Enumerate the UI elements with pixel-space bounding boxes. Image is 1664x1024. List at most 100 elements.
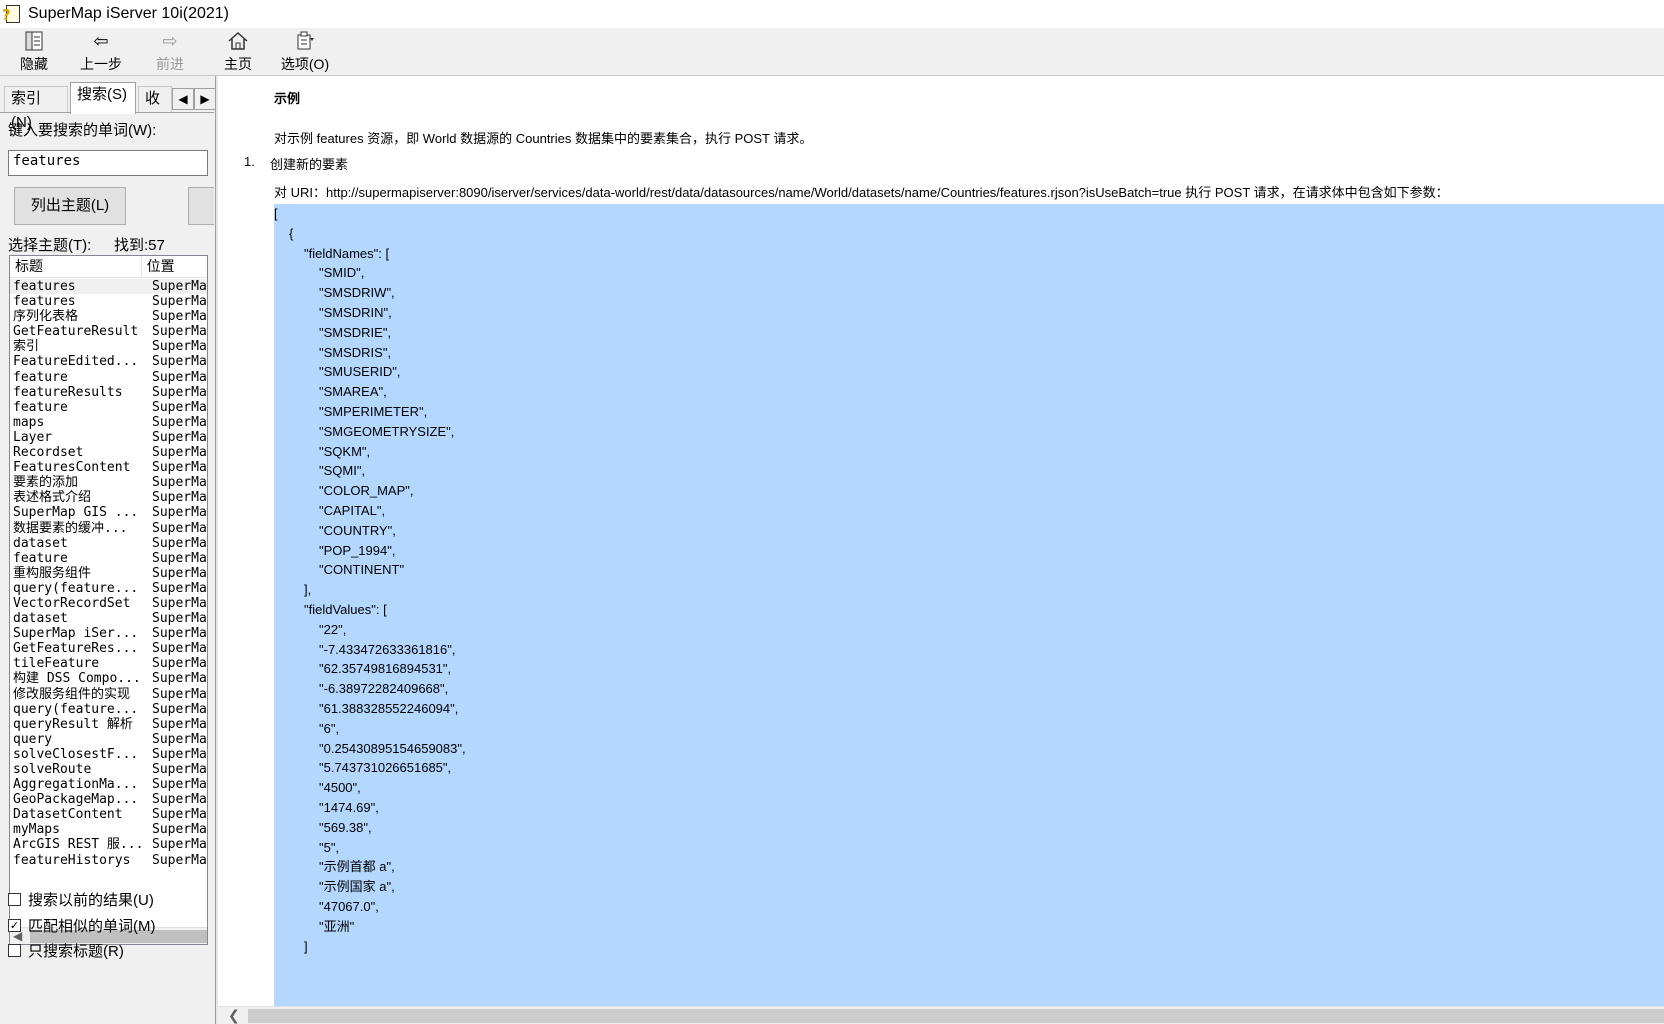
search-input[interactable]: features [8,150,208,176]
row-title: AggregationMa... [13,777,139,793]
table-row[interactable]: 数据要素的缓冲... SuperMa [10,521,207,536]
tab-scroll: ◀ ▶ [172,88,216,110]
row-title: FeatureEdited... [13,354,139,370]
checkbox-box[interactable] [8,944,21,957]
scroll-left-icon[interactable]: ❮ [228,1007,240,1024]
table-row[interactable]: myMaps SuperMa [10,822,207,837]
code-line: "示例首都 a", [319,859,395,875]
scroll-thumb[interactable] [248,1009,1664,1023]
row-location: SuperMa [152,626,207,642]
table-row[interactable]: 重构服务组件 SuperMa [10,565,207,581]
table-row[interactable]: featureResults SuperMa [10,384,207,400]
table-row[interactable]: 索引 SuperMa [10,339,207,354]
checkbox-checked-icon[interactable]: ✓ [8,919,21,932]
display-button[interactable] [188,187,214,225]
tab-search[interactable]: 搜索(S) [70,82,136,114]
column-header-location[interactable]: 位置 [142,256,207,277]
hide-button[interactable]: 隐藏 [14,30,54,74]
forward-button[interactable]: ⇨ 前进 [150,30,190,74]
table-row[interactable]: SuperMap GIS ... SuperMa [10,505,207,520]
table-row[interactable]: 修改服务组件的实现 SuperMa [10,687,207,702]
tab-index[interactable]: 索引(N) [4,86,68,131]
code-line: "-6.38972282409668", [319,681,449,697]
home-button[interactable]: 主页 [220,30,256,74]
table-row[interactable]: 要素的添加 SuperMa [10,475,207,491]
table-row[interactable]: GeoPackageMap... SuperMa [10,792,207,808]
checkbox-box[interactable] [8,893,21,906]
step-text: 创建新的要素 [270,157,349,172]
row-title: GeoPackageMap... [13,792,139,808]
table-row[interactable]: feature SuperMa [10,550,207,566]
table-row[interactable]: dataset SuperMa [10,535,207,551]
table-row[interactable]: DatasetContent SuperMa [10,807,207,822]
search-previous-checkbox[interactable]: 搜索以前的结果(U) [8,889,154,910]
navigation-pane: 索引(N) 搜索(S) 收 ◀ ▶ 键入要搜索的单词(W): features … [0,76,216,1024]
code-line: "fieldNames": [ [304,245,390,261]
list-topics-button[interactable]: 列出主题(L) [14,187,126,225]
row-title: query [13,731,53,747]
table-row[interactable]: features SuperMa [10,294,207,310]
hide-pane-icon [24,30,44,54]
row-location: SuperMa [152,490,207,506]
column-header-title[interactable]: 标题 [10,256,142,277]
table-row[interactable]: 表述格式介绍 SuperMa [10,490,207,506]
table-row[interactable]: query(feature... SuperMa [10,701,207,717]
table-row[interactable]: dataset SuperMa [10,611,207,626]
table-row[interactable]: features SuperMa [10,279,207,295]
row-location: SuperMa [152,565,207,581]
row-title: features [13,294,76,310]
table-row[interactable]: maps SuperMa [10,414,207,430]
code-line: "61.388328552246094", [319,701,459,716]
code-line: "569.38", [319,819,372,835]
topic-results-list[interactable]: 标题 位置 features SuperMa features SuperMa 序列化表… [9,255,208,945]
row-location: SuperMa [152,580,207,596]
window-title: SuperMap iServer 10i(2021) [28,5,229,22]
table-row[interactable]: solveRoute SuperMa [10,762,207,777]
row-title: 要素的添加 [13,475,79,491]
code-line: { [289,225,294,241]
tab-scroll-left-icon[interactable]: ◀ [172,88,194,110]
match-similar-checkbox[interactable]: ✓ 匹配相似的单词(M) [8,915,156,936]
code-line: "5", [319,839,340,855]
code-line: ] [304,938,308,954]
row-title: query(feature... [13,701,139,717]
titles-only-label: 只搜索标题(R) [28,943,124,960]
table-row[interactable]: FeaturesContent SuperMa [10,460,207,475]
select-topic-label: 选择主题(T): [8,237,92,254]
titles-only-checkbox[interactable]: 只搜索标题(R) [8,940,124,961]
row-title: feature [13,550,68,566]
table-row[interactable]: Layer SuperMa [10,430,207,445]
table-row[interactable]: FeatureEdited... SuperMa [10,354,207,370]
match-similar-label: 匹配相似的单词(M) [28,918,156,935]
table-row[interactable]: AggregationMa... SuperMa [10,777,207,793]
table-row[interactable]: VectorRecordSet SuperMa [10,596,207,611]
table-row[interactable]: queryResult 解析 SuperMa [10,716,207,732]
code-line: "SMGEOMETRYSIZE", [319,423,455,439]
table-row[interactable]: query SuperMa [10,731,207,747]
options-button[interactable]: 选项(O) [278,30,332,74]
table-row[interactable]: GetFeatureRes... SuperMa [10,641,207,656]
table-row[interactable]: feature SuperMa [10,370,207,385]
table-row[interactable]: ArcGIS REST 服... SuperMa [10,837,207,852]
table-row[interactable]: GetFeatureResult SuperMa [10,324,207,339]
tab-favorites[interactable]: 收 [138,86,172,112]
tab-scroll-right-icon[interactable]: ▶ [194,88,216,110]
home-icon [227,30,249,54]
code-line: "SMSDRIE", [319,324,392,340]
table-row[interactable]: Recordset SuperMa [10,445,207,460]
table-row[interactable]: 构建 DSS Compo... SuperMa [10,671,207,686]
table-row[interactable]: tileFeature SuperMa [10,656,207,671]
table-row[interactable]: query(feature... SuperMa [10,580,207,596]
content-horizontal-scrollbar[interactable]: ❮ [218,1006,1664,1024]
table-row[interactable]: featureHistorys SuperMa [10,853,207,868]
table-row[interactable]: solveClosestF... SuperMa [10,747,207,762]
row-title: queryResult 解析 [13,716,133,732]
row-title: featureResults [13,384,123,400]
forward-arrow-icon: ⇨ [162,31,178,52]
row-title: maps [13,414,45,430]
table-row[interactable]: SuperMap iSer... SuperMa [10,626,207,642]
back-button[interactable]: ⇦ 上一步 [78,30,124,74]
row-location: SuperMa [152,535,207,551]
table-row[interactable]: 序列化表格 SuperMa [10,309,207,324]
table-row[interactable]: feature SuperMa [10,400,207,415]
